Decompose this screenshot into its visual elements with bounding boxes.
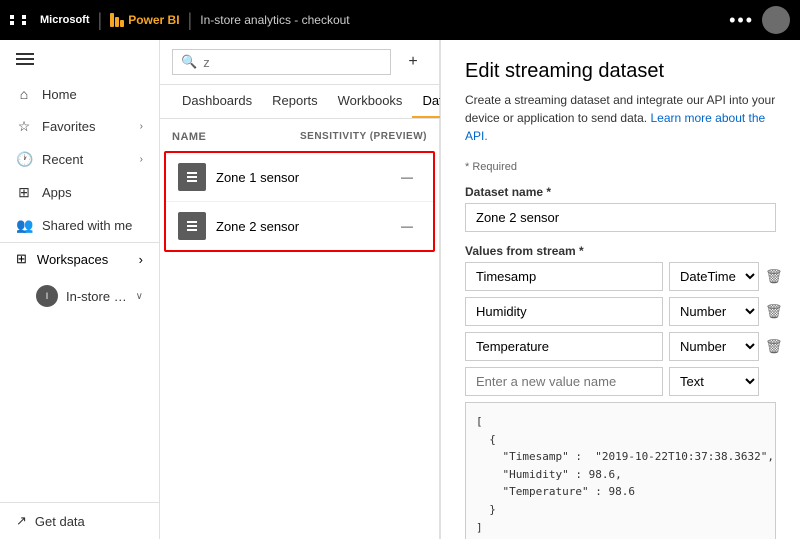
dataset-list: NAME SENSITIVITY (preview) Zone 1 sensor… bbox=[160, 119, 439, 539]
dataset-name-label: Dataset name * bbox=[465, 185, 776, 199]
json-preview: [ { "Timesamp" : "2019-10-22T10:37:38.36… bbox=[465, 402, 776, 539]
chevron-down-icon: ∨ bbox=[136, 291, 143, 302]
sidebar-item-recent[interactable]: 🕐 Recent › bbox=[0, 143, 159, 176]
separator: | bbox=[98, 10, 103, 31]
chevron-right-icon: › bbox=[140, 154, 143, 165]
add-button[interactable]: + bbox=[399, 48, 427, 76]
apps-icon: ⊞ bbox=[16, 184, 32, 201]
dataset-list-header: NAME SENSITIVITY (preview) bbox=[160, 127, 439, 147]
grid-icon bbox=[10, 15, 32, 25]
getdata-icon: ↗ bbox=[16, 513, 27, 529]
microsoft-label: Microsoft bbox=[40, 14, 90, 26]
sidebar-nav: ⌂ Home ☆ Favorites › 🕐 Recent › ⊞ Apps 👥… bbox=[0, 78, 159, 502]
workspace-icon: ⊞ bbox=[16, 251, 27, 267]
dataset-name: Zone 1 sensor bbox=[216, 170, 391, 185]
left-panel: 🔍 + Dashboards Reports Workbooks Dataset… bbox=[160, 40, 440, 539]
chevron-right-icon: › bbox=[140, 121, 143, 132]
stream-field-name-input[interactable] bbox=[465, 262, 663, 291]
tab-dashboards[interactable]: Dashboards bbox=[172, 85, 262, 118]
sidebar-item-apps[interactable]: ⊞ Apps bbox=[0, 176, 159, 209]
col-sensitivity-header: SENSITIVITY (preview) bbox=[300, 131, 427, 143]
stream-field-type-select[interactable]: DateTime Number Text Boolean bbox=[669, 262, 759, 291]
delete-field-icon[interactable]: 🗑 bbox=[765, 338, 783, 355]
workspaces-label: Workspaces bbox=[37, 252, 129, 267]
new-value-name-input[interactable] bbox=[465, 367, 663, 396]
more-options-icon[interactable]: ••• bbox=[729, 10, 754, 31]
sidebar: ⌂ Home ☆ Favorites › 🕐 Recent › ⊞ Apps 👥… bbox=[0, 40, 160, 539]
values-from-stream-label: Values from stream * bbox=[465, 244, 776, 258]
new-value-type-select[interactable]: DateTime Number Text Boolean bbox=[669, 367, 759, 396]
shared-icon: 👥 bbox=[16, 217, 32, 234]
chevron-right-icon: › bbox=[139, 252, 143, 267]
dataset-icon bbox=[178, 163, 206, 191]
favorites-icon: ☆ bbox=[16, 118, 32, 135]
pbi-logo-icon bbox=[110, 13, 124, 27]
sidebar-item-shared[interactable]: 👥 Shared with me bbox=[0, 209, 159, 242]
search-box[interactable]: 🔍 bbox=[172, 49, 391, 75]
sidebar-item-label: Home bbox=[42, 87, 143, 102]
tab-reports[interactable]: Reports bbox=[262, 85, 328, 118]
panel-description: Create a streaming dataset and integrate… bbox=[465, 91, 776, 145]
right-panel: Edit streaming dataset Create a streamin… bbox=[440, 40, 800, 539]
stream-field-humidity: DateTime Number Text Boolean 🗑 bbox=[465, 297, 776, 326]
sidebar-item-label: Favorites bbox=[42, 119, 130, 134]
search-input[interactable] bbox=[203, 55, 382, 70]
pbi-label: Power BI bbox=[128, 13, 179, 27]
dataset-name-input[interactable] bbox=[465, 203, 776, 232]
sidebar-item-instore[interactable]: I In-store analytics -... ∨ bbox=[0, 279, 159, 313]
sidebar-toggle[interactable] bbox=[0, 40, 159, 78]
sidebar-item-favorites[interactable]: ☆ Favorites › bbox=[0, 110, 159, 143]
sidebar-item-label: Apps bbox=[42, 185, 143, 200]
tab-workbooks[interactable]: Workbooks bbox=[328, 85, 413, 118]
delete-field-icon[interactable]: 🗑 bbox=[765, 268, 783, 285]
recent-icon: 🕐 bbox=[16, 151, 32, 168]
search-icon: 🔍 bbox=[181, 54, 197, 70]
dataset-sensitivity: — bbox=[401, 170, 421, 184]
main-layout: ⌂ Home ☆ Favorites › 🕐 Recent › ⊞ Apps 👥… bbox=[0, 40, 800, 539]
workspaces-header[interactable]: ⊞ Workspaces › bbox=[0, 243, 159, 275]
stream-field-timesamp: DateTime Number Text Boolean 🗑 bbox=[465, 262, 776, 291]
get-data-label: Get data bbox=[35, 514, 85, 529]
page-title: In-store analytics - checkout bbox=[200, 13, 349, 27]
sidebar-item-home[interactable]: ⌂ Home bbox=[0, 78, 159, 110]
panel-title: Edit streaming dataset bbox=[465, 60, 776, 83]
sidebar-footer-getdata[interactable]: ↗ Get data bbox=[0, 502, 159, 539]
workspace-sub: I In-store analytics -... ∨ bbox=[0, 275, 159, 317]
stream-field-type-select[interactable]: DateTime Number Text Boolean bbox=[669, 297, 759, 326]
table-row[interactable]: Zone 1 sensor — bbox=[166, 153, 433, 202]
stream-field-type-select[interactable]: DateTime Number Text Boolean bbox=[669, 332, 759, 361]
tabs-bar: Dashboards Reports Workbooks Datasets Da… bbox=[160, 85, 439, 119]
sidebar-item-label: Recent bbox=[42, 152, 130, 167]
dataset-sensitivity: — bbox=[401, 219, 421, 233]
home-icon: ⌂ bbox=[16, 86, 32, 102]
workspace-avatar: I bbox=[36, 285, 58, 307]
sidebar-item-label: Shared with me bbox=[42, 218, 143, 233]
separator2: | bbox=[188, 10, 193, 31]
required-note: * Required bbox=[465, 161, 776, 173]
stream-field-name-input[interactable] bbox=[465, 297, 663, 326]
stream-field-new: DateTime Number Text Boolean 🗑 bbox=[465, 367, 776, 396]
content-area: 🔍 + Dashboards Reports Workbooks Dataset… bbox=[160, 40, 800, 539]
dataset-icon bbox=[178, 212, 206, 240]
avatar[interactable] bbox=[762, 6, 790, 34]
stream-field-temperature: DateTime Number Text Boolean 🗑 bbox=[465, 332, 776, 361]
workspace-name: In-store analytics -... bbox=[66, 289, 128, 304]
powerbi-brand: Power BI bbox=[110, 13, 179, 27]
left-panel-header: 🔍 + bbox=[160, 40, 439, 85]
dataset-name: Zone 2 sensor bbox=[216, 219, 391, 234]
delete-field-icon[interactable]: 🗑 bbox=[765, 303, 783, 320]
table-row[interactable]: Zone 2 sensor — bbox=[166, 202, 433, 250]
workspaces-section: ⊞ Workspaces › I In-store analytics -...… bbox=[0, 242, 159, 317]
dataset-table: Zone 1 sensor — Zone 2 sensor — bbox=[164, 151, 435, 252]
col-name-header: NAME bbox=[172, 131, 300, 143]
topbar: Microsoft | Power BI | In-store analytic… bbox=[0, 0, 800, 40]
stream-field-name-input[interactable] bbox=[465, 332, 663, 361]
